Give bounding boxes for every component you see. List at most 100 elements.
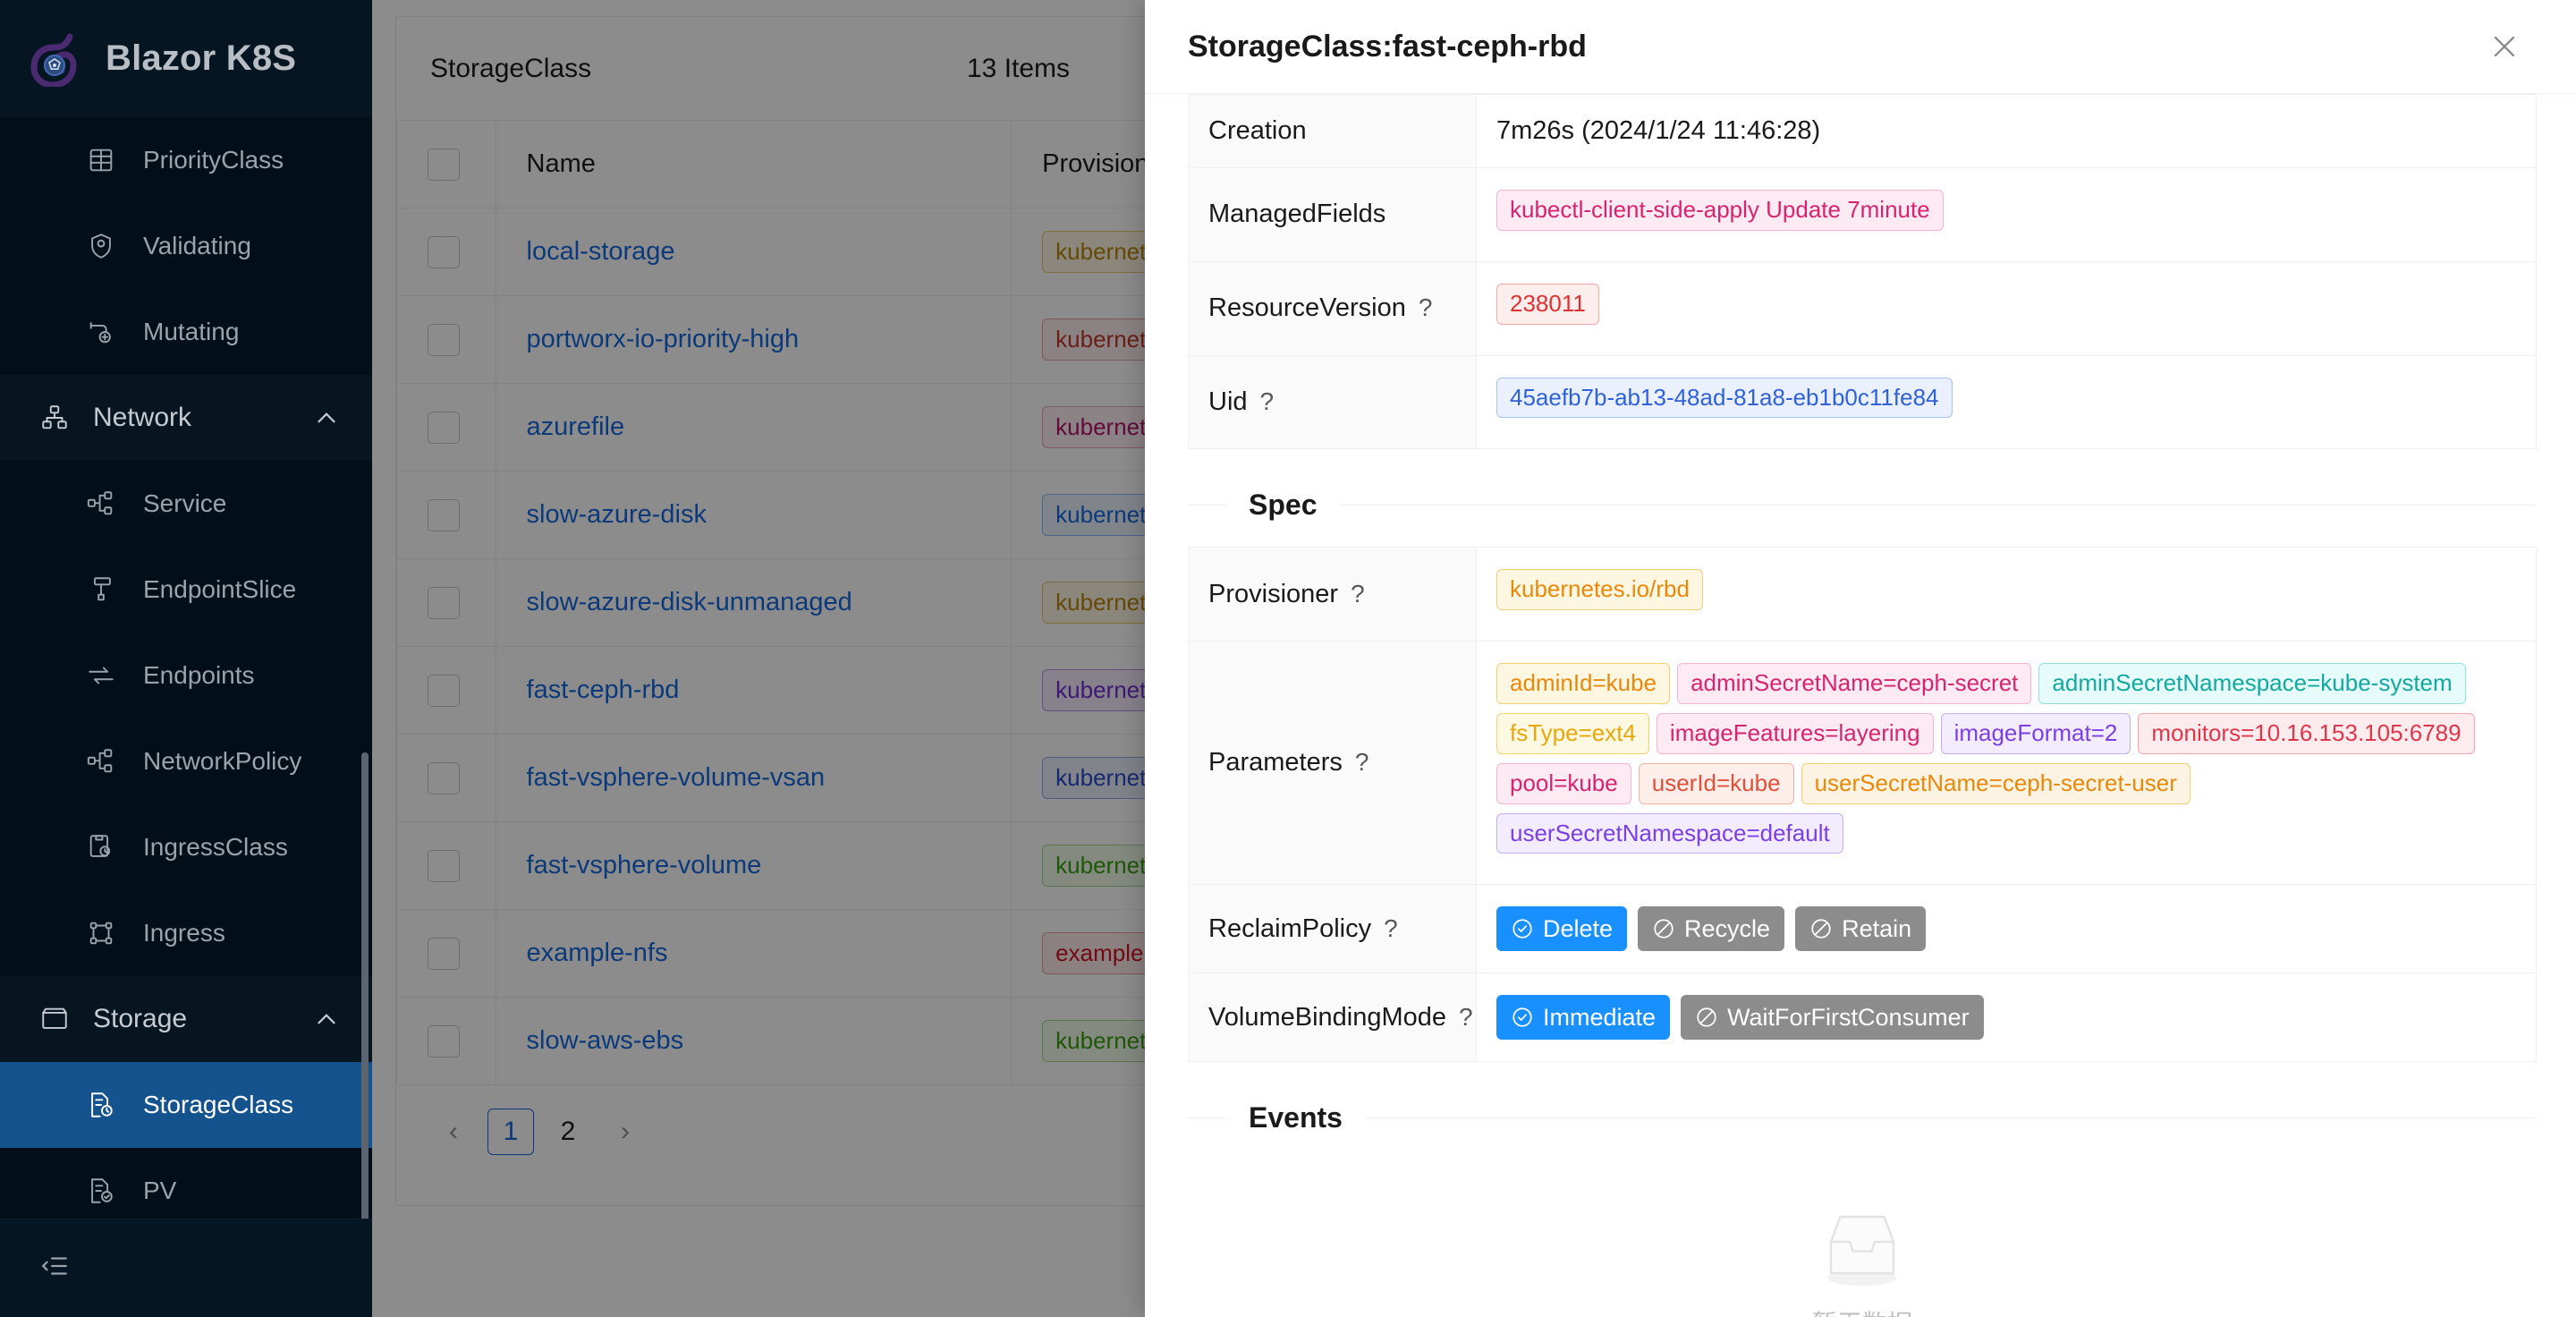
value-tag: adminId=kube xyxy=(1496,663,1671,704)
sidebar-item-label: PV xyxy=(143,1177,177,1204)
sidebar-item-ingressclass[interactable]: IngressClass xyxy=(0,804,372,890)
detail-label-text: Parameters xyxy=(1208,748,1343,777)
option-button-label: Recycle xyxy=(1684,914,1771,942)
sidebar-item-storageclass[interactable]: StorageClass xyxy=(0,1062,372,1148)
sidebar-item-label: Network xyxy=(93,403,192,432)
mutating-icon xyxy=(86,317,116,347)
storage-icon xyxy=(39,1004,70,1034)
brand[interactable]: Blazor K8S xyxy=(0,0,372,117)
detail-row-value: Immediate WaitForFirstConsumer xyxy=(1476,973,2537,1062)
detail-row-label: VolumeBindingMode? xyxy=(1188,973,1477,1062)
detail-value-text: 7m26s (2024/1/24 11:46:28) xyxy=(1496,116,1821,145)
option-button-retain[interactable]: Retain xyxy=(1795,906,1927,952)
section-rule-right xyxy=(1365,1117,2537,1119)
section-rule-left xyxy=(1188,1117,1225,1119)
detail-label-text: ManagedFields xyxy=(1208,200,1386,229)
detail-row: ManagedFields kubectl-client-side-apply U… xyxy=(1188,167,2537,262)
detail-row: ReclaimPolicy? Delete Recycle Retain xyxy=(1188,884,2537,973)
detail-label-text: Creation xyxy=(1208,116,1307,145)
section-spec: Spec xyxy=(1188,489,2537,522)
section-events-label: Events xyxy=(1249,1101,1343,1134)
help-icon[interactable]: ? xyxy=(1419,293,1433,321)
sidebar-item-priorityclass[interactable]: PriorityClass xyxy=(0,117,372,203)
option-button-label: Retain xyxy=(1842,914,1912,942)
storage-class-icon xyxy=(86,1090,116,1120)
tag-list: 238011 xyxy=(1496,283,2516,334)
detail-row-value: 45aefb7b-ab13-48ad-81a8-eb1b0c11fe84 xyxy=(1476,355,2537,449)
ban-circle-icon xyxy=(1652,917,1675,940)
empty-box-icon xyxy=(1812,1207,1912,1294)
detail-row-label: Parameters? xyxy=(1188,641,1477,885)
ingress-class-icon xyxy=(86,832,116,862)
spec-table: Provisioner? kubernetes.io/rbd Parameters?… xyxy=(1188,547,2537,1062)
endpointslice-icon xyxy=(86,574,116,605)
section-rule-right xyxy=(1340,505,2537,506)
option-button-recycle[interactable]: Recycle xyxy=(1638,906,1785,952)
help-icon[interactable]: ? xyxy=(1351,580,1365,608)
value-tag: kubectl-client-side-apply Update 7minute xyxy=(1496,190,1944,231)
brand-title: Blazor K8S xyxy=(106,38,297,78)
sidebar-item-endpointslice[interactable]: EndpointSlice xyxy=(0,547,372,633)
help-icon[interactable]: ? xyxy=(1384,914,1398,942)
detail-label-text: ReclaimPolicy xyxy=(1208,913,1372,943)
section-rule-left xyxy=(1188,505,1225,506)
ban-circle-icon xyxy=(1809,917,1833,940)
help-icon[interactable]: ? xyxy=(1459,1003,1473,1031)
metadata-table: Creation 7m26s (2024/1/24 11:46:28) Manage… xyxy=(1188,94,2537,449)
tag-list: kubernetes.io/rbd xyxy=(1496,569,2516,619)
detail-row-value: Delete Recycle Retain xyxy=(1476,884,2537,973)
detail-label-text: VolumeBindingMode xyxy=(1208,1002,1447,1032)
help-icon[interactable]: ? xyxy=(1260,387,1275,415)
value-tag: imageFeatures=layering xyxy=(1656,712,1934,754)
detail-row-label: Creation xyxy=(1188,94,1477,168)
drawer-title: StorageClass:fast-ceph-rbd xyxy=(1188,29,1587,64)
detail-row-label: Provisioner? xyxy=(1188,547,1477,642)
value-tag: userSecretName=ceph-secret-user xyxy=(1801,762,2190,804)
close-icon[interactable] xyxy=(2487,29,2522,64)
detail-row-value: adminId=kube adminSecretName=ceph-secret a… xyxy=(1476,641,2537,885)
sidebar-item-ingress[interactable]: Ingress xyxy=(0,890,372,976)
ban-circle-icon xyxy=(1695,1006,1718,1029)
chevron-up-icon[interactable] xyxy=(311,403,342,433)
sidebar-item-label: IngressClass xyxy=(143,833,288,861)
check-circle-icon xyxy=(1511,917,1534,940)
option-button-label: Immediate xyxy=(1543,1003,1657,1031)
detail-drawer: StorageClass:fast-ceph-rbd Creation 7m26s… xyxy=(1145,0,2576,1317)
sidebar-item-storage[interactable]: Storage xyxy=(0,976,372,1062)
value-tag: 238011 xyxy=(1496,283,1599,325)
detail-row: Creation 7m26s (2024/1/24 11:46:28) xyxy=(1188,94,2537,168)
sidebar-item-mutating[interactable]: Mutating xyxy=(0,289,372,375)
sidebar-item-label: Service xyxy=(143,489,227,517)
service-icon xyxy=(86,489,116,519)
detail-row-value: 7m26s (2024/1/24 11:46:28) xyxy=(1476,94,2537,168)
detail-row: Uid? 45aefb7b-ab13-48ad-81a8-eb1b0c11fe84 xyxy=(1188,355,2537,449)
detail-row-value: 238011 xyxy=(1476,261,2537,356)
sidebar-item-endpoints[interactable]: Endpoints xyxy=(0,633,372,718)
detail-row-value: kubectl-client-side-apply Update 7minute xyxy=(1476,167,2537,262)
value-tag: adminSecretNamespace=kube-system xyxy=(2038,663,2466,704)
network-policy-icon xyxy=(86,746,116,777)
sidebar-item-validating[interactable]: Validating xyxy=(0,203,372,289)
detail-row: VolumeBindingMode? Immediate WaitForFirstC… xyxy=(1188,973,2537,1062)
option-button-immediate[interactable]: Immediate xyxy=(1496,995,1671,1041)
sidebar-item-service[interactable]: Service xyxy=(0,461,372,547)
value-tag: userId=kube xyxy=(1638,762,1794,804)
tag-list: 45aefb7b-ab13-48ad-81a8-eb1b0c11fe84 xyxy=(1496,377,2516,428)
endpoints-icon xyxy=(86,660,116,691)
value-tag: userSecretNamespace=default xyxy=(1496,812,1843,854)
events-empty-state: 暂无数据 xyxy=(1188,1170,2537,1317)
pv-icon xyxy=(86,1176,116,1206)
chevron-up-icon[interactable] xyxy=(311,1004,342,1034)
option-button-label: Delete xyxy=(1543,914,1614,942)
option-button-delete[interactable]: Delete xyxy=(1496,906,1628,952)
detail-label-text: Provisioner xyxy=(1208,579,1339,608)
sidebar-item-networkpolicy[interactable]: NetworkPolicy xyxy=(0,718,372,804)
option-button-waitforfirstconsumer[interactable]: WaitForFirstConsumer xyxy=(1681,995,1984,1041)
collapse-sidebar-icon[interactable] xyxy=(39,1251,70,1286)
detail-row: Parameters? adminId=kube adminSecretName=c… xyxy=(1188,641,2537,885)
sidebar-item-network[interactable]: Network xyxy=(0,375,372,461)
value-tag: 45aefb7b-ab13-48ad-81a8-eb1b0c11fe84 xyxy=(1496,377,1953,419)
option-button-label: WaitForFirstConsumer xyxy=(1727,1003,1970,1031)
help-icon[interactable]: ? xyxy=(1355,748,1369,776)
sidebar-item-label: Storage xyxy=(93,1004,188,1033)
